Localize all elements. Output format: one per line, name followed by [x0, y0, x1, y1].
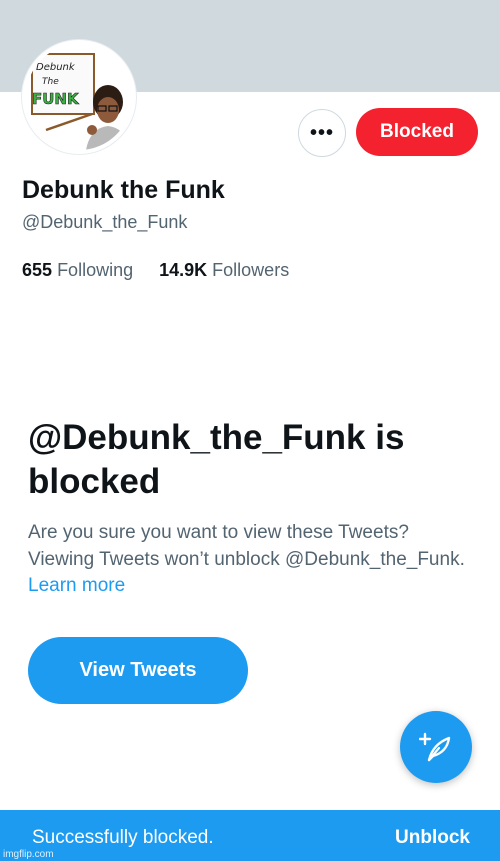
svg-text:Debunk: Debunk	[36, 62, 76, 73]
profile-display-name: Debunk the Funk	[22, 176, 225, 204]
avatar-image: Debunk The FUNK	[26, 44, 132, 150]
watermark: imgflip.com	[3, 849, 54, 860]
blocked-notice-text: Are you sure you want to view these Twee…	[28, 522, 465, 570]
blocked-notice-title: @Debunk_the_Funk is blocked	[28, 418, 405, 501]
svg-text:The: The	[42, 77, 59, 87]
following-label: Following	[57, 260, 134, 280]
compose-tweet-button[interactable]	[400, 711, 472, 783]
toast-notification: Successfully blocked. Unblock imgflip.co…	[0, 810, 500, 861]
following-count: 655	[22, 260, 53, 280]
more-options-button[interactable]: •••	[298, 109, 346, 157]
blocked-button[interactable]: Blocked	[356, 108, 478, 156]
followers-count: 14.9K	[159, 260, 208, 280]
profile-handle: @Debunk_the_Funk	[22, 212, 188, 232]
more-icon: •••	[309, 121, 334, 144]
svg-text:FUNK: FUNK	[32, 90, 80, 108]
profile-stats: 655 Following 14.9K Followers	[22, 260, 289, 281]
avatar[interactable]: Debunk The FUNK	[22, 40, 136, 154]
compose-tweet-icon	[419, 732, 451, 762]
toast-message: Successfully blocked.	[32, 827, 214, 848]
followers-label: Followers	[212, 260, 290, 280]
followers-stat[interactable]: 14.9K Followers	[159, 260, 289, 281]
unblock-button[interactable]: Unblock	[395, 827, 470, 849]
blocked-notice-description: Are you sure you want to view these Twee…	[28, 520, 468, 600]
view-tweets-button[interactable]: View Tweets	[28, 637, 248, 704]
following-stat[interactable]: 655 Following	[22, 260, 133, 281]
learn-more-link[interactable]: Learn more	[28, 575, 125, 596]
